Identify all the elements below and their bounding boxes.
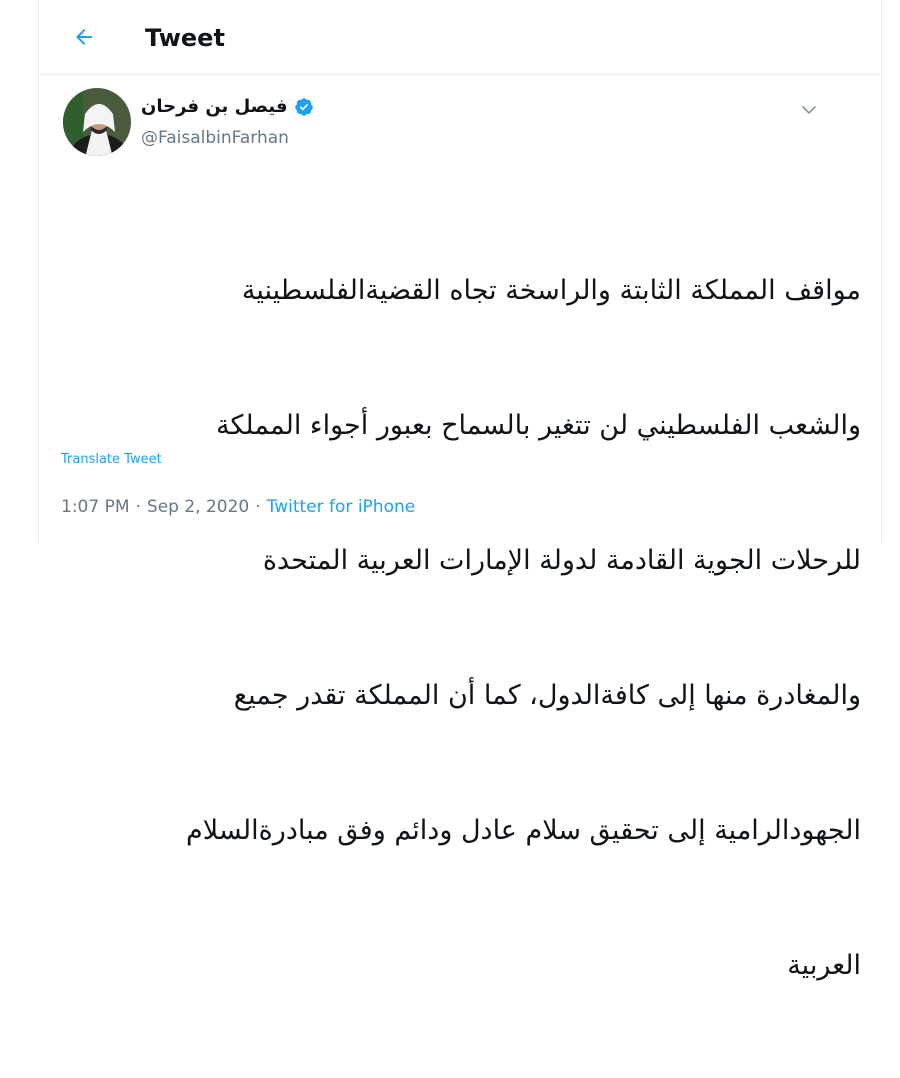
tweet-text-line: والمغادرة منها إلى كافةالدول، كما أن الم… bbox=[233, 680, 861, 711]
avatar[interactable] bbox=[63, 88, 131, 156]
tweet-date[interactable]: Sep 2, 2020 bbox=[147, 497, 249, 517]
display-name[interactable]: فيصل بن فرحان bbox=[141, 96, 288, 117]
avatar-image bbox=[63, 88, 131, 156]
name-row: فيصل بن فرحان bbox=[141, 96, 314, 117]
arrow-left-icon bbox=[76, 29, 92, 45]
tweet-text-line: للرحلات الجوية القادمة لدولة الإمارات ال… bbox=[262, 545, 861, 576]
tweet-text-line: العربية bbox=[787, 950, 861, 981]
tweet-author: فيصل بن فرحان @FaisalbinFarhan bbox=[63, 88, 843, 160]
tweet-menu-button[interactable] bbox=[797, 98, 821, 122]
tweet-text-line: الجهودالرامية إلى تحقيق سلام عادل ودائم … bbox=[186, 815, 861, 846]
page-header: Tweet bbox=[39, 0, 881, 75]
tweet-source-link[interactable]: Twitter for iPhone bbox=[267, 497, 416, 517]
tweet-text-line: مواقف المملكة الثابتة والراسخة تجاه القض… bbox=[241, 275, 861, 306]
tweet-time[interactable]: 1:07 PM bbox=[61, 497, 130, 517]
verified-badge-icon bbox=[294, 97, 313, 116]
back-button[interactable] bbox=[65, 18, 103, 56]
tweet-text: مواقف المملكة الثابتة والراسخة تجاه القض… bbox=[61, 178, 861, 1078]
tweet-page: Tweet فيصل بن فرحان @FaisalbinFarhan موا… bbox=[38, 0, 882, 981]
page-title: Tweet bbox=[145, 24, 225, 52]
tweet-text-line: والشعب الفلسطيني لن تتغير بالسماح بعبور … bbox=[216, 410, 861, 441]
tweet-metadata: 1:07 PM · Sep 2, 2020 · Twitter for iPho… bbox=[61, 497, 415, 517]
author-handle[interactable]: @FaisalbinFarhan bbox=[141, 128, 289, 148]
chevron-down-icon bbox=[802, 106, 816, 114]
separator: · bbox=[135, 497, 141, 517]
translate-tweet-link[interactable]: Translate Tweet bbox=[61, 452, 162, 467]
separator: · bbox=[255, 497, 261, 517]
